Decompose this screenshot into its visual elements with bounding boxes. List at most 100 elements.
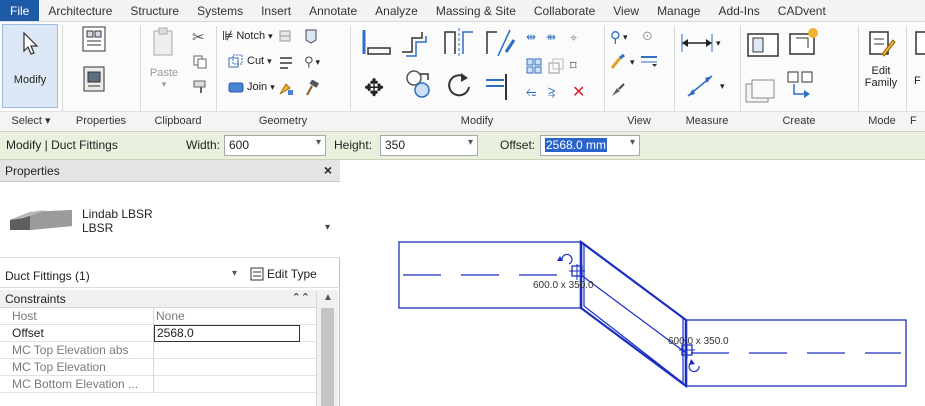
linework-button[interactable]: [640, 54, 658, 68]
connect-icon: ⚲: [304, 54, 314, 69]
offset-property-input[interactable]: 2568.0: [154, 325, 300, 342]
rotate-control-icon[interactable]: [557, 253, 573, 265]
type-properties-button[interactable]: [66, 24, 122, 64]
create-similar-button[interactable]: [786, 70, 814, 100]
filter-button[interactable]: [610, 82, 626, 98]
type-name: Lindab LBSR LBSR: [82, 207, 153, 235]
delete-button[interactable]: ✕: [572, 82, 585, 102]
clipboard-panel-title: Clipboard: [154, 115, 202, 127]
tab-file[interactable]: File: [0, 0, 40, 21]
tab-architecture[interactable]: Architecture: [39, 0, 121, 21]
reveal-hidden-button[interactable]: ⊙: [642, 28, 653, 44]
hide-isolate-button[interactable]: ⚲ ▾: [610, 28, 628, 46]
rotate-control-icon[interactable]: [688, 359, 700, 373]
tab-manage[interactable]: Manage: [648, 0, 709, 21]
scroll-thumb[interactable]: [321, 308, 334, 406]
property-name: MC Bottom Elevation ...: [12, 377, 139, 391]
paste-dropdown-icon[interactable]: ▾: [146, 79, 182, 90]
tab-analyze[interactable]: Analyze: [366, 0, 427, 21]
drawing-canvas[interactable]: 600.0 x 350.0 600.0 x 350.0: [341, 160, 925, 406]
select-panel-title[interactable]: Select ▾: [0, 111, 62, 131]
pointer-icon: [23, 31, 39, 55]
constraints-group-header[interactable]: Constraints ⌃⌃: [0, 290, 316, 308]
align-button[interactable]: [360, 26, 394, 58]
connector-grip-left[interactable]: [569, 264, 585, 280]
create-group-button[interactable]: [744, 76, 780, 104]
override-graphics-button[interactable]: ▾: [610, 54, 635, 70]
offset-select[interactable]: 2568.0 mm ▾: [540, 135, 640, 156]
properties-scrollbar[interactable]: ▲: [316, 290, 338, 406]
properties-button[interactable]: [78, 64, 110, 104]
copy-clipboard-button[interactable]: [193, 55, 207, 69]
type-selector[interactable]: Lindab LBSR LBSR ▾: [0, 182, 340, 258]
move-button[interactable]: ✥: [364, 74, 384, 103]
demolish-button[interactable]: [304, 80, 320, 96]
tab-structure[interactable]: Structure: [121, 0, 188, 21]
panel-title-bar: Select ▾ Properties Clipboard Geometry M…: [0, 111, 925, 131]
split-gap-button[interactable]: ⇻: [546, 30, 556, 44]
align-icon: [362, 30, 391, 55]
cut-clipboard-button[interactable]: ✂: [192, 28, 205, 46]
trim-extend-button[interactable]: [484, 72, 514, 102]
tab-massing-site[interactable]: Massing & Site: [427, 0, 525, 21]
plan-view: 600.0 x 350.0 600.0 x 350.0: [398, 239, 907, 389]
width-select[interactable]: 600 ▾: [224, 135, 326, 156]
height-select[interactable]: 350 ▾: [380, 135, 478, 156]
edit-family-button[interactable]: Edit Family: [862, 28, 900, 108]
array-button[interactable]: [526, 58, 542, 74]
tab-view[interactable]: View: [604, 0, 648, 21]
properties-close-button[interactable]: ×: [324, 162, 332, 178]
pin-button[interactable]: ⌑: [570, 58, 577, 74]
scroll-up-icon[interactable]: ▲: [323, 292, 333, 303]
mirror-draw-axis-button[interactable]: [484, 26, 518, 58]
next-ribbon-button-partial[interactable]: F: [910, 28, 925, 108]
trim-single-button[interactable]: ⥳: [526, 84, 536, 100]
tab-add-ins[interactable]: Add-Ins: [709, 0, 768, 21]
instance-filter-select[interactable]: Duct Fittings (1): [5, 269, 90, 283]
type-family-name: Lindab LBSR: [82, 207, 153, 221]
column-divider: [153, 308, 154, 325]
measure-dropdown-icon: ▾: [716, 37, 721, 48]
paint-button[interactable]: [278, 80, 294, 96]
aligned-dimension-button[interactable]: ▾: [684, 72, 725, 100]
tab-collaborate[interactable]: Collaborate: [525, 0, 604, 21]
offset-button[interactable]: [398, 26, 436, 58]
copy-button[interactable]: [404, 68, 434, 100]
measure-button[interactable]: ▾: [680, 32, 721, 54]
edit-family-label-2: Family: [864, 77, 898, 89]
instance-filter-dropdown-icon[interactable]: ▾: [232, 268, 237, 279]
create-similar-icon: [787, 71, 813, 98]
edit-type-button[interactable]: Edit Type: [250, 267, 317, 281]
match-properties-button[interactable]: [193, 80, 207, 94]
cut-geometry-button[interactable]: Cut ▾: [228, 54, 272, 68]
scale-button[interactable]: [548, 58, 564, 74]
property-name: Offset: [12, 326, 44, 340]
tab-cadvent[interactable]: CADvent: [769, 0, 835, 21]
select-dropdown-icon: ▾: [45, 115, 51, 127]
split-element-button[interactable]: ⇹: [526, 30, 536, 44]
modify-button[interactable]: Modify: [2, 24, 58, 108]
create-parts-button[interactable]: [786, 26, 820, 58]
shape-handle-button[interactable]: [304, 28, 318, 44]
notch-button[interactable]: ⊯ Notch ▾: [222, 28, 273, 44]
width-value: 600: [229, 138, 250, 152]
connect-button[interactable]: ⚲ ▾: [304, 54, 320, 70]
property-row: Host None: [0, 308, 316, 325]
join-button[interactable]: Join ▾: [228, 80, 275, 94]
join-label: Join: [247, 81, 268, 93]
split-face-button[interactable]: [278, 28, 294, 44]
create-assembly-button[interactable]: [746, 28, 780, 58]
tab-annotate[interactable]: Annotate: [300, 0, 366, 21]
unpin-icon: ⌖: [570, 30, 578, 45]
paste-button[interactable]: Paste ▾: [146, 24, 182, 108]
rotate-button[interactable]: [444, 70, 474, 100]
selected-duct-fitting[interactable]: [579, 239, 688, 389]
property-value: None: [156, 309, 185, 323]
tab-insert[interactable]: Insert: [252, 0, 300, 21]
wall-joins-button[interactable]: [278, 54, 294, 70]
unpin-button[interactable]: ⌖: [570, 30, 577, 46]
trim-multiple-button[interactable]: ⥸: [548, 84, 555, 100]
tab-systems[interactable]: Systems: [188, 0, 252, 21]
collapse-icon[interactable]: ⌃⌃: [292, 291, 310, 304]
mirror-pick-axis-button[interactable]: [442, 26, 476, 58]
